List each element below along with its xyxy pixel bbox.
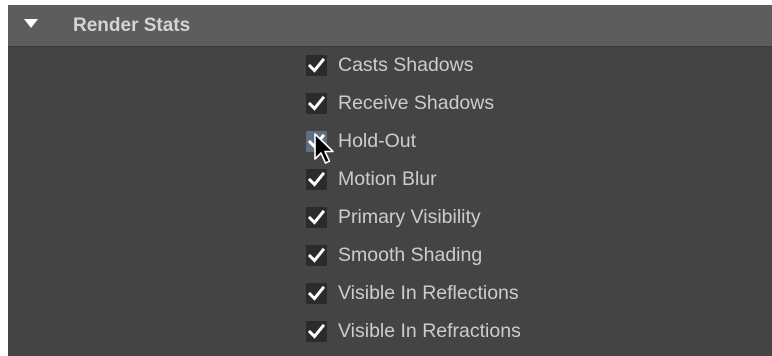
checkmark-icon: [307, 323, 326, 339]
smooth-shading-checkbox[interactable]: [306, 245, 327, 266]
collapse-arrow-icon[interactable]: [24, 19, 38, 28]
primary-visibility-checkbox[interactable]: [306, 207, 327, 228]
checkmark-icon: [307, 171, 326, 187]
option-label: Primary Visibility: [338, 206, 481, 228]
checkmark-icon: [307, 209, 326, 225]
option-label: Visible In Reflections: [338, 282, 519, 304]
mouse-cursor-icon: [314, 133, 334, 164]
option-label: Smooth Shading: [338, 244, 483, 266]
receive-shadows-checkbox[interactable]: [306, 93, 327, 114]
option-label: Casts Shadows: [338, 54, 474, 76]
option-label: Hold-Out: [338, 130, 417, 152]
casts-shadows-checkbox[interactable]: [306, 55, 327, 76]
visible-in-refractions-checkbox[interactable]: [306, 321, 327, 342]
option-label: Receive Shadows: [338, 92, 495, 114]
checkmark-icon: [307, 247, 326, 263]
section-title: Render Stats: [73, 15, 191, 36]
checkmark-icon: [307, 285, 326, 301]
option-label: Motion Blur: [338, 168, 437, 190]
checkmark-icon: [307, 95, 326, 111]
checkmark-icon: [307, 57, 326, 73]
motion-blur-checkbox[interactable]: [306, 169, 327, 190]
section-header[interactable]: Render Stats: [8, 5, 772, 47]
visible-in-reflections-checkbox[interactable]: [306, 283, 327, 304]
option-label: Visible In Refractions: [338, 320, 521, 342]
